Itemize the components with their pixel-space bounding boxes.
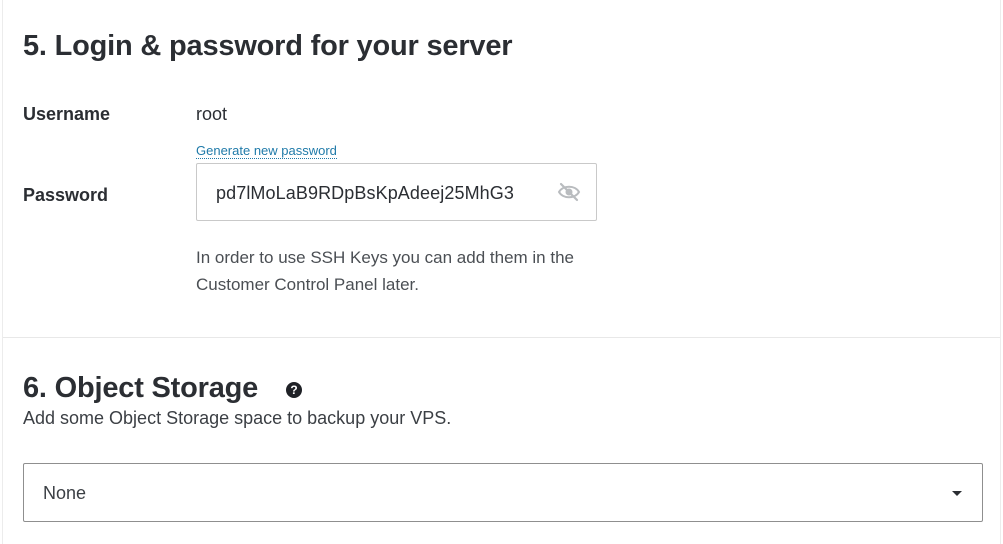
question-circle-icon[interactable]: ? — [286, 382, 302, 398]
section-divider — [3, 337, 1000, 338]
object-storage-select[interactable]: None — [23, 463, 983, 522]
object-storage-selected-value: None — [43, 483, 87, 503]
caret-down-icon — [952, 491, 962, 496]
ssh-keys-hint: In order to use SSH Keys you can add the… — [196, 248, 574, 294]
server-config-page: 5. Login & password for your server User… — [0, 0, 1003, 544]
object-storage-description: Add some Object Storage space to backup … — [23, 408, 452, 428]
section-title-login-password: 5. Login & password for your server — [23, 30, 513, 62]
eye-slash-icon[interactable] — [557, 182, 581, 202]
username-value: root — [196, 104, 228, 124]
login-password-section: 5. Login & password for your server User… — [0, 0, 1003, 337]
password-label: Password — [23, 185, 109, 205]
section-title-object-storage: 6. Object Storage — [23, 372, 259, 404]
username-label: Username — [23, 104, 111, 124]
password-field[interactable]: pd7lMoLaB9RDpBsKpAdeej25MhG3 — [196, 163, 597, 221]
password-value[interactable]: pd7lMoLaB9RDpBsKpAdeej25MhG3 — [216, 183, 514, 204]
generate-password-link[interactable]: Generate new password — [196, 143, 337, 159]
